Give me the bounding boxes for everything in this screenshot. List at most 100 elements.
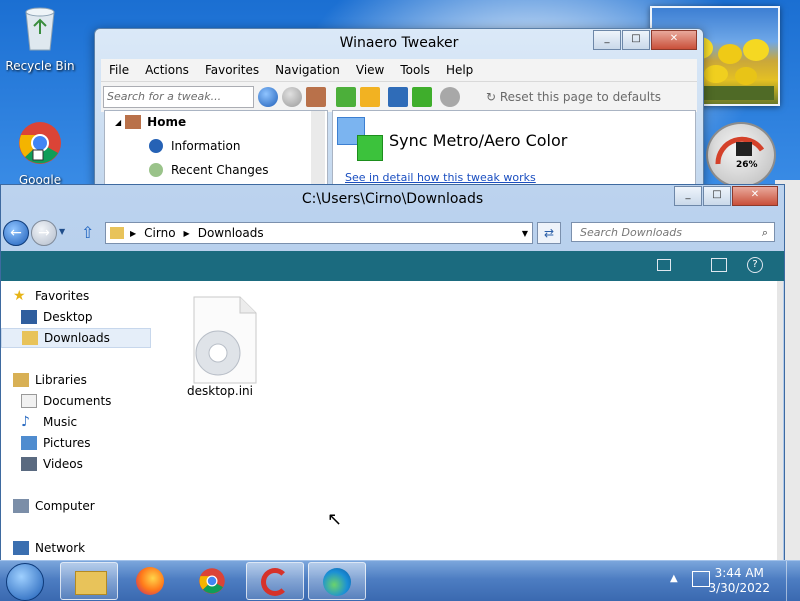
tree-item-recent-changes[interactable]: Recent Changes [149, 163, 268, 177]
up-arrow-icon[interactable]: ⇧ [81, 223, 94, 242]
nav-item-videos[interactable]: Videos [21, 454, 83, 474]
menu-favorites[interactable]: Favorites [197, 63, 267, 77]
breadcrumb-chevron-icon: ▶ [130, 228, 137, 238]
explorer-title: C:\Users\Cirno\Downloads [301, 191, 484, 207]
tree-item-home[interactable]: ◢ Home [115, 115, 186, 129]
show-hidden-icons[interactable]: ▲ [670, 573, 678, 584]
taskbar-edge[interactable] [308, 562, 366, 600]
refresh-button[interactable]: ⇄ [537, 222, 561, 244]
file-name: desktop.ini [187, 384, 253, 398]
gauge-value: 26% [736, 160, 758, 170]
file-item[interactable]: desktop.ini [175, 295, 265, 398]
tree-item-information[interactable]: Information [149, 139, 240, 153]
system-clock[interactable]: 3:44 AM 3/30/2022 [708, 566, 770, 596]
network-icon [13, 541, 29, 555]
desktop-icon-recycle-bin[interactable]: Recycle Bin [0, 6, 80, 73]
nav-item-downloads[interactable]: Downloads [1, 328, 151, 348]
tree-expand-icon: ◢ [115, 117, 122, 127]
winaero-toolbar: Search for a tweak... ↻ Reset this page … [101, 82, 697, 112]
cpu-meter-gadget[interactable]: 26% [706, 122, 776, 188]
breadcrumb-downloads[interactable]: Downloads [198, 226, 264, 240]
apply-check-icon[interactable] [412, 87, 432, 107]
settings-gear-icon[interactable] [440, 87, 460, 107]
address-bar[interactable]: ▶ Cirno ▶ Downloads ▼ [105, 222, 533, 244]
nav-item-pictures[interactable]: Pictures [21, 433, 91, 453]
network-tray-icon[interactable] [692, 571, 710, 587]
back-button[interactable]: ← [3, 220, 29, 246]
winaero-titlebar[interactable]: Winaero Tweaker _ □ ✕ [95, 29, 703, 57]
nav-network[interactable]: Network [13, 538, 85, 558]
nav-item-desktop[interactable]: Desktop [21, 307, 93, 327]
nav-label: Computer [35, 499, 95, 513]
clock-time: 3:44 AM [714, 566, 764, 580]
file-list[interactable]: desktop.ini ↖ [153, 281, 777, 561]
nav-label: Network [35, 541, 86, 555]
nav-label: Favorites [35, 289, 90, 303]
nav-libraries[interactable]: Libraries [13, 370, 87, 390]
clock-date: 3/30/2022 [708, 581, 770, 595]
close-button[interactable]: ✕ [651, 30, 697, 50]
favorites-star-icon[interactable] [360, 87, 380, 107]
forward-arrow-icon: → [38, 225, 50, 241]
reset-page-button[interactable]: ↻ Reset this page to defaults [486, 90, 661, 104]
tree-scrollbar[interactable] [311, 111, 325, 185]
menu-navigation[interactable]: Navigation [267, 63, 348, 77]
recycle-bin-icon [25, 7, 55, 51]
search-downloads-placeholder: Search Downloads [580, 226, 682, 239]
taskbar-firefox[interactable] [122, 562, 180, 600]
tweak-tree[interactable]: ◢ Home Information Recent Changes [104, 110, 328, 188]
tweak-detail-link[interactable]: See in detail how this tweak works [345, 171, 536, 184]
explorer-window[interactable]: C:\Users\Cirno\Downloads _ □ ✕ ← → ▼ ⇧ ▶… [0, 184, 785, 562]
menu-view[interactable]: View [348, 63, 392, 77]
recent-pages-dropdown[interactable]: ▼ [59, 227, 65, 236]
tree-item-label: Home [147, 115, 187, 129]
ccleaner-icon [261, 568, 289, 596]
search-downloads-input[interactable]: Search Downloads ⌕ [571, 222, 775, 242]
forward-icon[interactable] [282, 87, 302, 107]
add-favorite-icon[interactable] [336, 87, 356, 107]
nav-computer[interactable]: Computer [13, 496, 95, 516]
music-icon: ♪ [21, 414, 30, 430]
star-icon: ★ [13, 288, 26, 304]
help-icon[interactable]: ? [747, 257, 763, 273]
tweak-title: Sync Metro/Aero Color [389, 131, 568, 150]
back-icon[interactable] [258, 87, 278, 107]
edge-icon [323, 568, 351, 596]
taskbar-chrome[interactable] [184, 562, 242, 600]
home-icon[interactable] [306, 87, 326, 107]
taskbar-ccleaner[interactable] [246, 562, 304, 600]
show-desktop-button[interactable] [786, 561, 800, 601]
start-orb-icon[interactable] [6, 563, 44, 601]
explorer-titlebar[interactable]: C:\Users\Cirno\Downloads [1, 185, 784, 213]
minimize-button[interactable]: _ [593, 30, 621, 50]
desktop-icon-google[interactable]: Google [0, 120, 80, 187]
menu-actions[interactable]: Actions [137, 63, 197, 77]
chrome-icon [199, 568, 225, 594]
back-arrow-icon: ← [10, 225, 22, 241]
tree-item-label: Information [171, 139, 241, 153]
videos-icon [21, 457, 37, 471]
address-dropdown-icon[interactable]: ▼ [522, 229, 528, 238]
minimize-button[interactable]: _ [674, 186, 702, 206]
nav-label: Documents [43, 394, 112, 408]
preview-pane-icon[interactable] [711, 258, 727, 272]
breadcrumb-chevron-icon: ▶ [183, 228, 190, 238]
shortcut-icon[interactable] [388, 87, 408, 107]
menu-help[interactable]: Help [438, 63, 481, 77]
forward-button[interactable]: → [31, 220, 57, 246]
winaero-title: Winaero Tweaker [339, 35, 459, 51]
nav-item-documents[interactable]: Documents [21, 391, 111, 411]
breadcrumb-cirno[interactable]: Cirno [144, 226, 175, 240]
nav-item-music[interactable]: ♪ Music [21, 412, 77, 432]
nav-favorites[interactable]: ★ Favorites [13, 286, 89, 306]
tweak-search-input[interactable]: Search for a tweak... [103, 86, 254, 108]
menu-tools[interactable]: Tools [392, 63, 438, 77]
change-view-icon[interactable] [657, 259, 671, 271]
maximize-button[interactable]: □ [622, 30, 650, 50]
close-button[interactable]: ✕ [732, 186, 778, 206]
documents-icon [21, 394, 37, 408]
maximize-button[interactable]: □ [703, 186, 731, 206]
taskbar-explorer[interactable] [60, 562, 118, 600]
vertical-scrollbar[interactable] [777, 281, 783, 561]
menu-file[interactable]: File [101, 63, 137, 77]
